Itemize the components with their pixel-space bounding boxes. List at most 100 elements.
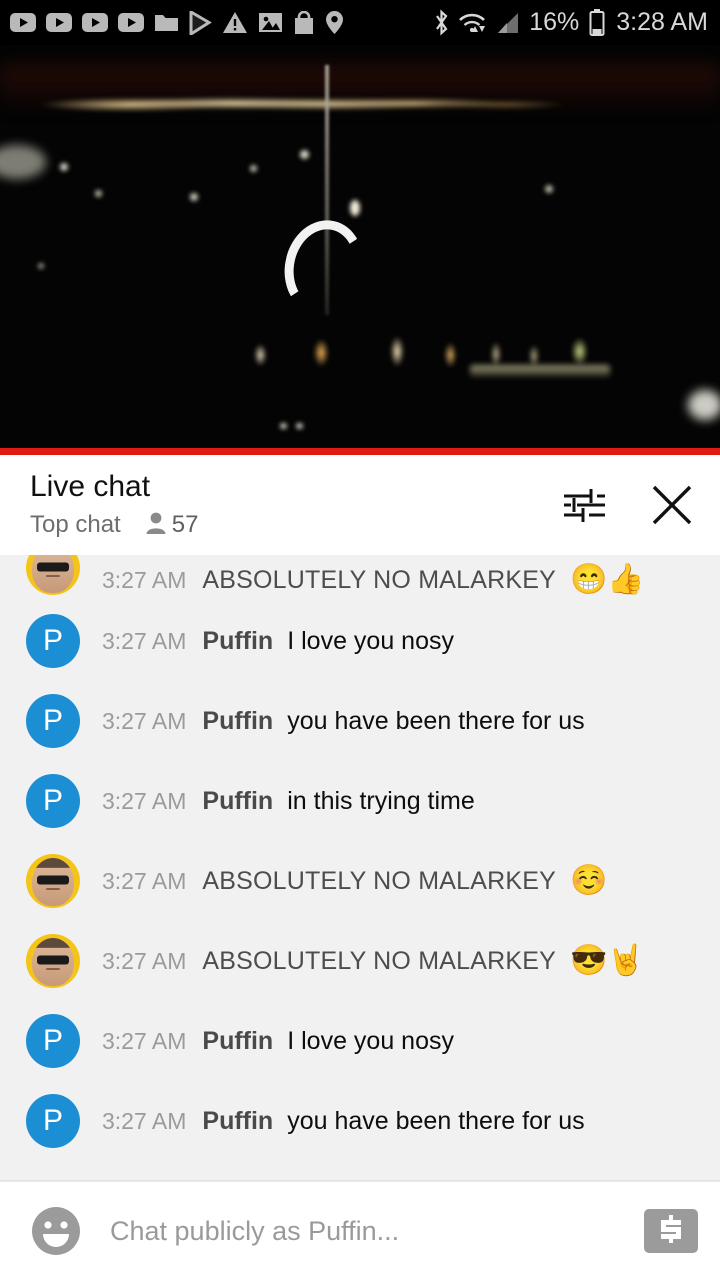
light-dot: [300, 150, 309, 159]
person-icon: [145, 511, 167, 540]
message-timestamp: 3:27 AM: [102, 1027, 187, 1054]
play-store-icon: [189, 10, 212, 35]
chat-message-row[interactable]: P 3:27 AM Puffin you have been there for us: [0, 1081, 720, 1161]
chat-message-body: 3:27 AM Puffin you have been there for us: [102, 1107, 702, 1136]
live-chat-header-titles: Live chat Top chat 57: [30, 470, 558, 540]
youtube-icon: [46, 13, 72, 32]
message-emoji: 😁👍: [570, 563, 645, 596]
avatar[interactable]: [26, 555, 80, 595]
chat-message-body: 3:27 AM ABSOLUTELY NO MALARKEY 😁👍: [102, 565, 702, 595]
message-text: I love you nosy: [287, 1026, 454, 1055]
chat-input-bar: [0, 1182, 720, 1280]
youtube-icon: [118, 13, 144, 32]
dollar-sign-icon: [657, 1214, 685, 1249]
avatar[interactable]: P: [26, 694, 80, 748]
avatar[interactable]: P: [26, 1014, 80, 1068]
video-player[interactable]: [0, 45, 720, 455]
avatar-letter: P: [42, 1104, 63, 1137]
light-dot: [60, 163, 68, 171]
warning-triangle-icon: [222, 11, 248, 34]
chat-message-row[interactable]: 3:27 AM ABSOLUTELY NO MALARKEY 😎🤘: [0, 921, 720, 1001]
message-author[interactable]: ABSOLUTELY NO MALARKEY: [202, 947, 556, 976]
message-emoji: ☺️: [570, 864, 608, 897]
emoji-smiley-icon[interactable]: [28, 1203, 84, 1259]
image-icon: [258, 12, 283, 33]
avatar-letter: P: [42, 624, 63, 657]
status-bar-clock: 3:28 AM: [616, 8, 708, 36]
youtube-live-chat-screen: 16% 3:28 AM Live chat Top chat 57 3:27 A…: [0, 0, 720, 1280]
chat-message-body: 3:27 AM Puffin I love you nosy: [102, 627, 702, 656]
superchat-button[interactable]: [644, 1209, 698, 1253]
avatar-letter: P: [42, 704, 63, 737]
avatar[interactable]: P: [26, 774, 80, 828]
chat-message-body: 3:27 AM ABSOLUTELY NO MALARKEY ☺️: [102, 866, 702, 896]
message-author[interactable]: ABSOLUTELY NO MALARKEY: [202, 867, 556, 896]
light-dot: [545, 185, 553, 193]
message-author[interactable]: Puffin: [202, 787, 273, 816]
light-dot: [280, 423, 287, 429]
viewer-count-group: 57: [145, 511, 199, 540]
live-chat-header: Live chat Top chat 57: [0, 455, 720, 555]
page-title: Live chat: [30, 470, 151, 504]
message-text: I love you nosy: [287, 626, 454, 655]
light-dot: [250, 165, 257, 172]
folder-icon: [154, 12, 179, 33]
message-text: you have been there for us: [287, 706, 585, 735]
video-progress-bar[interactable]: [0, 448, 720, 455]
light-dot: [350, 200, 360, 216]
message-timestamp: 3:27 AM: [102, 947, 187, 974]
message-author[interactable]: Puffin: [202, 1027, 273, 1056]
sunglasses-icon: [37, 875, 69, 885]
chat-message-row[interactable]: P 3:27 AM Puffin I love you nosy: [0, 1001, 720, 1081]
chat-message-row[interactable]: 3:27 AM ABSOLUTELY NO MALARKEY 😁👍: [0, 555, 720, 601]
sunglasses-icon: [37, 562, 69, 572]
wifi-icon: [458, 10, 488, 36]
chat-message-body: 3:27 AM Puffin you have been there for us: [102, 707, 702, 736]
youtube-icon: [82, 13, 108, 32]
chat-message-body: 3:27 AM Puffin in this trying time: [102, 787, 702, 816]
distant-city-lights: [0, 89, 720, 115]
status-bar-system-icons: 16% 3:28 AM: [433, 8, 708, 37]
chat-message-row[interactable]: 3:27 AM ABSOLUTELY NO MALARKEY ☺️: [0, 841, 720, 921]
message-author[interactable]: Puffin: [202, 707, 273, 736]
avatar[interactable]: P: [26, 1094, 80, 1148]
message-timestamp: 3:27 AM: [102, 566, 187, 593]
message-timestamp: 3:27 AM: [102, 787, 187, 814]
live-chat-header-actions: [558, 479, 698, 531]
chat-settings-sliders-icon[interactable]: [558, 479, 610, 531]
viewer-count: 57: [171, 511, 199, 539]
avatar-mouth: [46, 574, 60, 577]
shopping-bag-icon: [293, 10, 315, 35]
avatar-mouth: [46, 967, 60, 970]
message-author[interactable]: ABSOLUTELY NO MALARKEY: [202, 566, 556, 595]
avatar[interactable]: P: [26, 614, 80, 668]
chat-message-row[interactable]: P 3:27 AM Puffin you have been there for us: [0, 681, 720, 761]
live-chat-subheader: Top chat 57: [30, 511, 558, 540]
avatar[interactable]: [26, 854, 80, 908]
close-icon[interactable]: [646, 479, 698, 531]
battery-percent-label: 16%: [529, 8, 580, 36]
message-author[interactable]: Puffin: [202, 627, 273, 656]
avatar-letter: P: [42, 784, 63, 817]
avatar-letter: P: [42, 1024, 63, 1057]
bluetooth-icon: [433, 9, 450, 37]
cell-signal-icon: [496, 11, 521, 35]
light-dot: [95, 190, 102, 197]
status-bar: 16% 3:28 AM: [0, 0, 720, 45]
message-timestamp: 3:27 AM: [102, 867, 187, 894]
chat-message-list[interactable]: 3:27 AM ABSOLUTELY NO MALARKEY 😁👍 P 3:27 AM P…: [0, 555, 720, 1180]
chat-message-row[interactable]: P 3:27 AM Puffin I love you nosy: [0, 601, 720, 681]
avatar-mouth: [46, 887, 60, 890]
light-glow: [688, 390, 720, 420]
status-bar-notification-icons: [10, 10, 433, 35]
message-timestamp: 3:27 AM: [102, 1107, 187, 1134]
chat-input[interactable]: [110, 1215, 630, 1247]
chat-message-row[interactable]: P 3:27 AM Puffin in this trying time: [0, 761, 720, 841]
chat-message-body: 3:27 AM ABSOLUTELY NO MALARKEY 😎🤘: [102, 946, 702, 976]
location-pin-icon: [325, 10, 344, 35]
message-author[interactable]: Puffin: [202, 1107, 273, 1136]
avatar[interactable]: [26, 934, 80, 988]
message-text: in this trying time: [287, 786, 475, 815]
battery-icon: [589, 9, 605, 36]
chat-mode-label[interactable]: Top chat: [30, 511, 121, 539]
